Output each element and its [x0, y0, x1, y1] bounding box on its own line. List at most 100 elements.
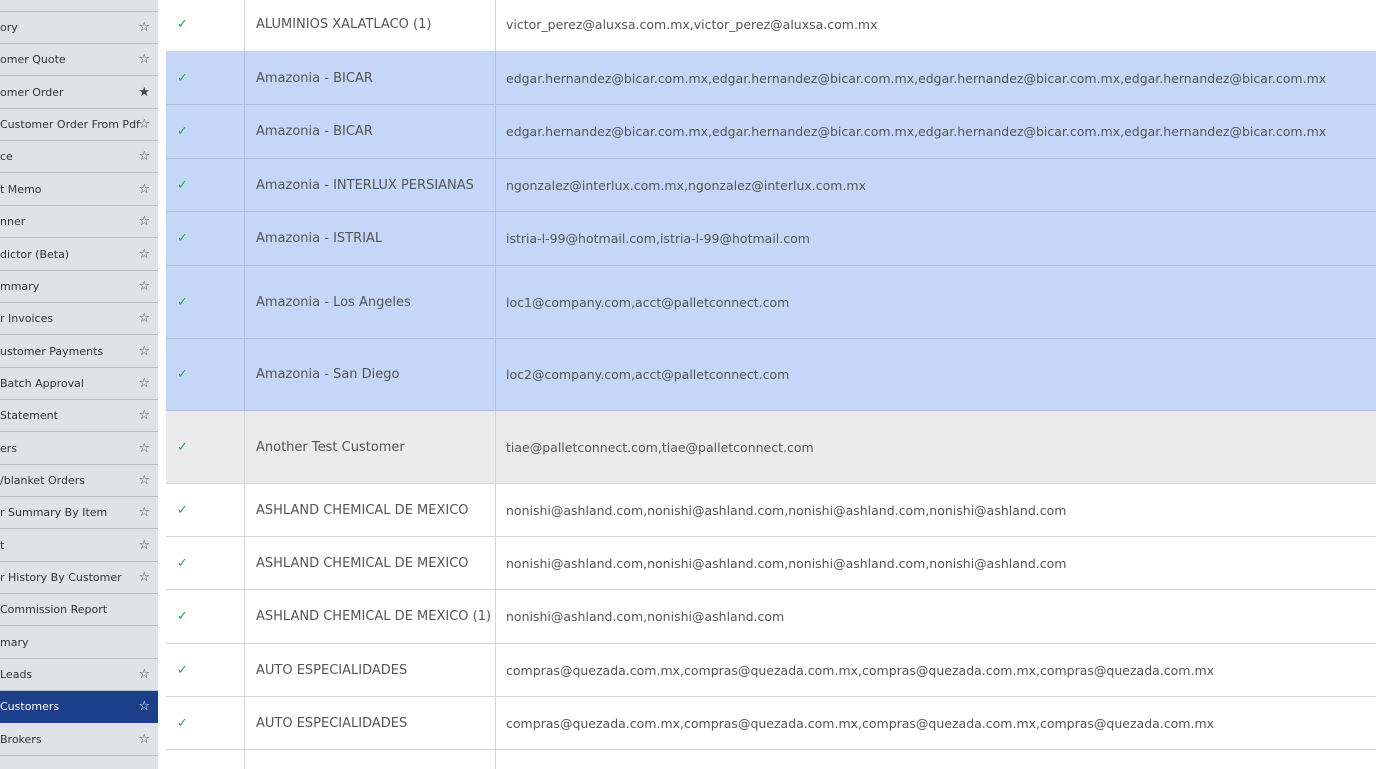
- sidebar-item-label: nner: [0, 215, 26, 228]
- sidebar-item-label: t: [0, 539, 5, 552]
- star-outline-icon[interactable]: ☆: [138, 239, 150, 270]
- checkmark-icon: ✓: [177, 70, 188, 86]
- star-outline-icon[interactable]: ☆: [138, 44, 150, 75]
- customer-email-cell: loc1@company.com,acct@palletconnect.com: [506, 294, 790, 310]
- sidebar-item-label: Customer Order From Pdf: [0, 118, 140, 131]
- customer-name-cell: Amazonia - Los Angeles: [245, 266, 496, 338]
- sidebar-item[interactable]: Brokers ☆: [0, 724, 158, 756]
- table-row[interactable]: ✓ Amazonia - San Diego loc2@company.com,ac…: [166, 339, 1376, 411]
- sidebar-item[interactable]: Statement ☆: [0, 400, 158, 432]
- sidebar-item[interactable]: nner ☆: [0, 206, 158, 238]
- star-outline-icon[interactable]: ☆: [138, 12, 150, 43]
- active-status-cell: ✓: [166, 0, 245, 51]
- sidebar-item[interactable]: t ☆: [0, 530, 158, 562]
- table-row[interactable]: ✓ Amazonia - ISTRIAL istria-l-99@hotmail.c…: [166, 212, 1376, 266]
- star-outline-icon[interactable]: ☆: [138, 724, 150, 755]
- sidebar-item[interactable]: ory ☆: [0, 12, 158, 44]
- active-status-cell: ✓: [166, 105, 245, 158]
- star-outline-icon[interactable]: ☆: [138, 206, 150, 237]
- table-row[interactable]: ✓ ASHLAND CHEMICAL DE MEXICO nonishi@ashla…: [166, 537, 1376, 590]
- star-outline-icon[interactable]: ☆: [138, 141, 150, 172]
- customer-name-cell: ASHLAND CHEMICAL DE MEXICO: [245, 537, 496, 589]
- star-outline-icon[interactable]: ☆: [138, 691, 150, 722]
- sidebar-item[interactable]: dictor (Beta) ☆: [0, 239, 158, 271]
- sidebar-item-label: ory: [0, 21, 18, 34]
- star-filled-icon[interactable]: ★: [138, 77, 150, 108]
- sidebar-item-label: Commission Report: [0, 603, 108, 616]
- star-outline-icon[interactable]: ☆: [138, 465, 150, 496]
- star-outline-icon[interactable]: ☆: [138, 0, 150, 11]
- active-status-cell: ✓: [166, 339, 245, 410]
- sidebar-item[interactable]: mary: [0, 627, 158, 659]
- sidebar-item-label: ce: [0, 150, 13, 163]
- sidebar-item-label: omer Order: [0, 86, 64, 99]
- customer-email-cell: nonishi@ashland.com,nonishi@ashland.com,…: [506, 555, 1067, 571]
- sidebar-item[interactable]: omer Order ★: [0, 77, 158, 109]
- table-row[interactable]: ✓ Amazonia - BICAR edgar.hernandez@bicar.c…: [166, 105, 1376, 159]
- customer-email-cell: loc2@company.com,acct@palletconnect.com: [506, 367, 790, 382]
- table-row[interactable]: [166, 750, 1376, 769]
- sidebar-nav: ☆ory☆omer Quote☆omer Order★Customer Orde…: [0, 0, 158, 769]
- sidebar-item[interactable]: omer Quote ☆: [0, 44, 158, 76]
- sidebar-item-label: ustomer Payments: [0, 345, 104, 358]
- active-status-cell: ✓: [166, 590, 245, 643]
- active-status-cell: ✓: [166, 537, 245, 589]
- sidebar-item[interactable]: t Memo ☆: [0, 174, 158, 206]
- star-outline-icon[interactable]: ☆: [138, 400, 150, 431]
- checkmark-icon: ✓: [177, 17, 188, 32]
- customer-email-cell: nonishi@ashland.com,nonishi@ashland.com,…: [506, 502, 1067, 518]
- table-row[interactable]: ✓ Amazonia - Los Angeles loc1@company.com,…: [166, 266, 1376, 339]
- sidebar-item[interactable]: /blanket Orders ☆: [0, 465, 158, 497]
- customers-table: ✓ ALUMINIOS XALATLACO (1) victor_perez@alu…: [166, 0, 1376, 769]
- sidebar-item[interactable]: ☆: [0, 0, 158, 12]
- checkmark-icon: ✓: [177, 367, 188, 382]
- sidebar-item[interactable]: r Summary By Item ☆: [0, 497, 158, 529]
- customer-email-cell: [496, 750, 1376, 769]
- active-status-cell: ✓: [166, 411, 245, 483]
- sidebar-item[interactable]: r Invoices ☆: [0, 303, 158, 335]
- table-row[interactable]: ✓ AUTO ESPECIALIDADES compras@quezada.com.…: [166, 644, 1376, 697]
- sidebar-item[interactable]: Commission Report: [0, 594, 158, 626]
- table-row[interactable]: ✓ Amazonia - INTERLUX PERSIANAS ngonzalez@…: [166, 159, 1376, 212]
- star-outline-icon[interactable]: ☆: [138, 368, 150, 399]
- star-outline-icon[interactable]: ☆: [138, 659, 150, 690]
- active-status-cell: ✓: [166, 484, 245, 536]
- star-outline-icon[interactable]: ☆: [138, 303, 150, 334]
- star-outline-icon[interactable]: ☆: [138, 530, 150, 561]
- sidebar-item-label: Batch Approval: [0, 377, 84, 390]
- table-row[interactable]: ✓ ASHLAND CHEMICAL DE MEXICO (1) nonishi@a…: [166, 590, 1376, 644]
- sidebar-item[interactable]: Customer Order From Pdf ☆: [0, 109, 158, 141]
- sidebar-item-label: ers: [0, 442, 18, 455]
- customer-name-cell: Another Test Customer: [245, 411, 496, 483]
- sidebar-item[interactable]: ers ☆: [0, 433, 158, 465]
- table-row[interactable]: ✓ ALUMINIOS XALATLACO (1) victor_perez@alu…: [166, 0, 1376, 52]
- sidebar-item[interactable]: r History By Customer ☆: [0, 562, 158, 594]
- star-outline-icon[interactable]: ☆: [138, 562, 150, 593]
- star-outline-icon[interactable]: ☆: [138, 497, 150, 528]
- active-status-cell: ✓: [166, 266, 245, 338]
- checkmark-icon: ✓: [177, 294, 188, 310]
- checkmark-icon: ✓: [177, 662, 188, 678]
- sidebar-item[interactable]: Batch Approval ☆: [0, 368, 158, 400]
- sidebar-item-label: r History By Customer: [0, 571, 122, 584]
- table-row[interactable]: ✓ Another Test Customer tiae@palletconnect…: [166, 411, 1376, 484]
- star-outline-icon[interactable]: ☆: [138, 433, 150, 464]
- sidebar-item[interactable]: ustomer Payments ☆: [0, 336, 158, 368]
- customer-email-cell: nonishi@ashland.com,nonishi@ashland.com: [506, 609, 785, 624]
- customer-email-cell: edgar.hernandez@bicar.com.mx,edgar.herna…: [506, 70, 1327, 86]
- customer-email-cell: ngonzalez@interlux.com.mx,ngonzalez@inte…: [506, 177, 866, 193]
- table-row[interactable]: ✓ AUTO ESPECIALIDADES compras@quezada.com.…: [166, 697, 1376, 750]
- star-outline-icon[interactable]: ☆: [138, 271, 150, 302]
- star-outline-icon[interactable]: ☆: [138, 336, 150, 367]
- star-outline-icon[interactable]: ☆: [138, 109, 150, 140]
- customer-email-cell: istria-l-99@hotmail.com,istria-l-99@hotm…: [506, 231, 810, 246]
- sidebar-item[interactable]: Customers ☆: [0, 691, 158, 723]
- sidebar-item[interactable]: ce ☆: [0, 141, 158, 173]
- star-outline-icon[interactable]: ☆: [138, 174, 150, 205]
- customer-name-cell: Amazonia - INTERLUX PERSIANAS: [245, 159, 496, 211]
- sidebar-item[interactable]: Leads ☆: [0, 659, 158, 691]
- active-status-cell: ✓: [166, 52, 245, 104]
- table-row[interactable]: ✓ Amazonia - BICAR edgar.hernandez@bicar.c…: [166, 52, 1376, 105]
- table-row[interactable]: ✓ ASHLAND CHEMICAL DE MEXICO nonishi@ashla…: [166, 484, 1376, 537]
- sidebar-item[interactable]: mmary ☆: [0, 271, 158, 303]
